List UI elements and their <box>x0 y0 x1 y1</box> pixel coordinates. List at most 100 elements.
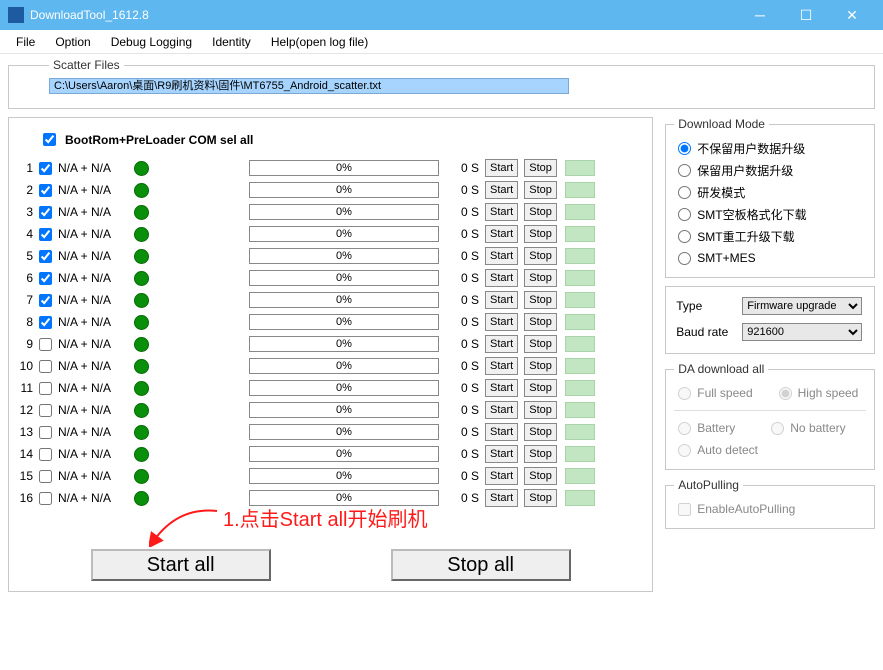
channel-number: 3 <box>19 205 33 219</box>
row-stop-button[interactable]: Stop <box>524 291 557 309</box>
row-start-button[interactable]: Start <box>485 423 518 441</box>
channel-row: 1N/A + N/A0%0 SStartStop <box>19 157 642 179</box>
elapsed-seconds: 0 S <box>451 381 479 395</box>
channels-panel: BootRom+PreLoader COM sel all 1N/A + N/A… <box>8 117 653 592</box>
menu-option[interactable]: Option <box>45 33 100 51</box>
channel-row: 3N/A + N/A0%0 SStartStop <box>19 201 642 223</box>
dm-opt1-radio[interactable] <box>678 142 691 155</box>
start-all-button[interactable]: Start all <box>91 549 271 581</box>
channel-label: N/A + N/A <box>58 491 124 505</box>
progress-bar: 0% <box>249 336 439 352</box>
row-stop-button[interactable]: Stop <box>524 203 557 221</box>
elapsed-seconds: 0 S <box>451 425 479 439</box>
dm-opt4-radio[interactable] <box>678 208 691 221</box>
channel-checkbox[interactable] <box>39 294 52 307</box>
channel-row: 16N/A + N/A0%0 SStartStop <box>19 487 642 509</box>
row-start-button[interactable]: Start <box>485 269 518 287</box>
channel-number: 8 <box>19 315 33 329</box>
close-button[interactable]: ✕ <box>829 0 875 30</box>
row-start-button[interactable]: Start <box>485 203 518 221</box>
status-led-icon <box>565 336 595 352</box>
scatter-path[interactable]: C:\Users\Aaron\桌面\R9刷机资料\固件\MT6755_Andro… <box>49 78 569 94</box>
channel-checkbox[interactable] <box>39 492 52 505</box>
row-start-button[interactable]: Start <box>485 379 518 397</box>
row-start-button[interactable]: Start <box>485 291 518 309</box>
da-autodetect-radio <box>678 444 691 457</box>
progress-bar: 0% <box>249 270 439 286</box>
da-fullspeed-radio <box>678 387 691 400</box>
channel-checkbox[interactable] <box>39 228 52 241</box>
row-stop-button[interactable]: Stop <box>524 181 557 199</box>
channel-checkbox[interactable] <box>39 426 52 439</box>
status-led-icon <box>565 424 595 440</box>
channel-checkbox[interactable] <box>39 360 52 373</box>
row-start-button[interactable]: Start <box>485 159 518 177</box>
row-start-button[interactable]: Start <box>485 489 518 507</box>
row-start-button[interactable]: Start <box>485 335 518 353</box>
row-stop-button[interactable]: Stop <box>524 445 557 463</box>
row-stop-button[interactable]: Stop <box>524 357 557 375</box>
dm-opt6-radio[interactable] <box>678 252 691 265</box>
dm-opt3-radio[interactable] <box>678 186 691 199</box>
channel-row: 13N/A + N/A0%0 SStartStop <box>19 421 642 443</box>
row-stop-button[interactable]: Stop <box>524 401 557 419</box>
row-stop-button[interactable]: Stop <box>524 159 557 177</box>
elapsed-seconds: 0 S <box>451 403 479 417</box>
dm-opt4-label: SMT空板格式化下载 <box>697 206 806 223</box>
row-stop-button[interactable]: Stop <box>524 313 557 331</box>
channel-checkbox[interactable] <box>39 206 52 219</box>
channel-number: 7 <box>19 293 33 307</box>
channel-checkbox[interactable] <box>39 382 52 395</box>
row-start-button[interactable]: Start <box>485 225 518 243</box>
row-start-button[interactable]: Start <box>485 247 518 265</box>
minimize-button[interactable]: ─ <box>737 0 783 30</box>
row-start-button[interactable]: Start <box>485 445 518 463</box>
status-dot-icon <box>134 359 149 374</box>
row-stop-button[interactable]: Stop <box>524 423 557 441</box>
channel-row: 5N/A + N/A0%0 SStartStop <box>19 245 642 267</box>
channel-checkbox[interactable] <box>39 404 52 417</box>
progress-bar: 0% <box>249 468 439 484</box>
row-stop-button[interactable]: Stop <box>524 467 557 485</box>
sel-all-checkbox[interactable] <box>43 133 56 146</box>
stop-all-button[interactable]: Stop all <box>391 549 571 581</box>
row-start-button[interactable]: Start <box>485 401 518 419</box>
channel-checkbox[interactable] <box>39 250 52 263</box>
channel-row: 15N/A + N/A0%0 SStartStop <box>19 465 642 487</box>
dm-opt5-radio[interactable] <box>678 230 691 243</box>
row-start-button[interactable]: Start <box>485 357 518 375</box>
channel-number: 16 <box>19 491 33 505</box>
row-stop-button[interactable]: Stop <box>524 269 557 287</box>
elapsed-seconds: 0 S <box>451 249 479 263</box>
da-fullspeed-label: Full speed <box>697 386 752 400</box>
status-led-icon <box>565 270 595 286</box>
maximize-button[interactable]: ☐ <box>783 0 829 30</box>
elapsed-seconds: 0 S <box>451 227 479 241</box>
menu-debug[interactable]: Debug Logging <box>101 33 202 51</box>
elapsed-seconds: 0 S <box>451 315 479 329</box>
channel-checkbox[interactable] <box>39 338 52 351</box>
dm-opt2-radio[interactable] <box>678 164 691 177</box>
channel-checkbox[interactable] <box>39 470 52 483</box>
row-start-button[interactable]: Start <box>485 467 518 485</box>
row-start-button[interactable]: Start <box>485 313 518 331</box>
channel-checkbox[interactable] <box>39 184 52 197</box>
channel-checkbox[interactable] <box>39 162 52 175</box>
channel-checkbox[interactable] <box>39 272 52 285</box>
channel-checkbox[interactable] <box>39 448 52 461</box>
channel-label: N/A + N/A <box>58 249 124 263</box>
menu-file[interactable]: File <box>6 33 45 51</box>
row-start-button[interactable]: Start <box>485 181 518 199</box>
channel-checkbox[interactable] <box>39 316 52 329</box>
annotation-arrow-icon <box>149 507 219 547</box>
menu-identity[interactable]: Identity <box>202 33 261 51</box>
row-stop-button[interactable]: Stop <box>524 379 557 397</box>
baud-select[interactable]: 921600 <box>742 323 862 341</box>
menu-help[interactable]: Help(open log file) <box>261 33 378 51</box>
type-select[interactable]: Firmware upgrade <box>742 297 862 315</box>
row-stop-button[interactable]: Stop <box>524 225 557 243</box>
row-stop-button[interactable]: Stop <box>524 335 557 353</box>
row-stop-button[interactable]: Stop <box>524 247 557 265</box>
scatter-legend: Scatter Files <box>49 58 124 72</box>
row-stop-button[interactable]: Stop <box>524 489 557 507</box>
